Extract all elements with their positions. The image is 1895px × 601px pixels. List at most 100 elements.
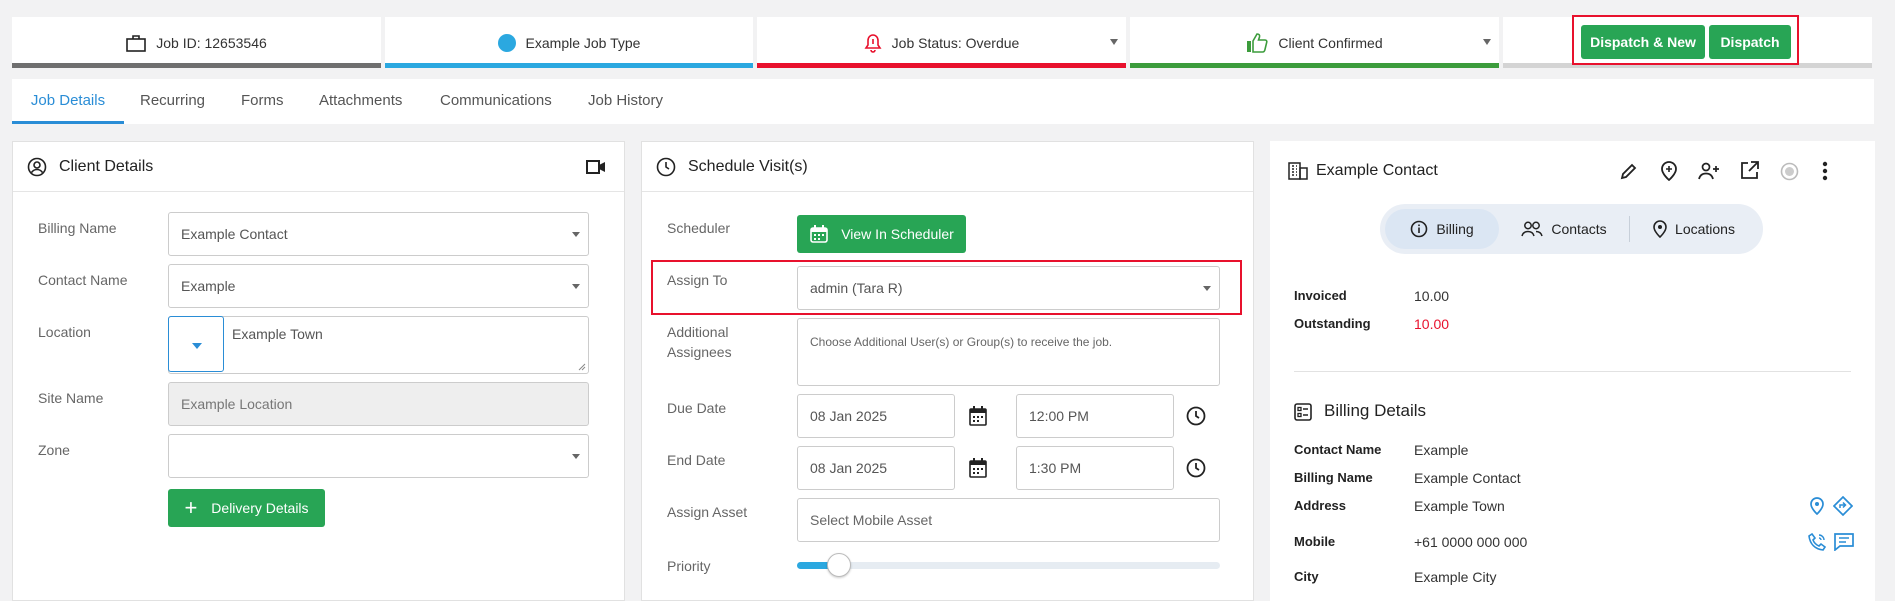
additional-assignees-label: Additional Assignees	[667, 322, 732, 362]
due-time-input[interactable]: 12:00 PM	[1016, 394, 1174, 438]
scheduler-label: Scheduler	[667, 220, 731, 236]
priority-slider-thumb[interactable]	[826, 553, 851, 577]
assign-asset-placeholder: Select Mobile Asset	[810, 512, 933, 528]
view-in-scheduler-button[interactable]: View In Scheduler	[797, 215, 966, 253]
clock-icon[interactable]	[1186, 458, 1206, 483]
additional-assignees-input[interactable]: Choose Additional User(s) or Group(s) to…	[797, 318, 1220, 386]
chevron-down-icon	[572, 284, 580, 289]
client-status-dropdown[interactable]: Client Confirmed	[1130, 17, 1499, 68]
highlight-box	[1572, 15, 1799, 65]
calendar-icon	[809, 224, 829, 244]
directions-icon[interactable]	[1832, 495, 1854, 521]
external-link-icon[interactable]	[1740, 161, 1759, 185]
delivery-details-button[interactable]: + Delivery Details	[168, 489, 325, 527]
tab-attachments[interactable]: Attachments	[319, 79, 402, 124]
tab-forms[interactable]: Forms	[241, 79, 284, 124]
location-dropdown-button[interactable]	[168, 316, 224, 372]
map-pin-icon[interactable]	[1810, 497, 1824, 520]
due-time-value: 12:00 PM	[1029, 408, 1089, 424]
tab-job-details[interactable]: Job Details	[12, 79, 124, 124]
toggle-billing[interactable]: Billing	[1385, 209, 1499, 249]
contact-title: Example Contact	[1316, 162, 1438, 179]
job-id-bar	[12, 63, 381, 68]
client-status-text: Client Confirmed	[1278, 34, 1383, 51]
end-date-label: End Date	[667, 452, 726, 468]
schedule-header: Schedule Visit(s)	[642, 142, 1253, 192]
billing-details-title: Billing Details	[1324, 401, 1427, 420]
due-date-input[interactable]: 08 Jan 2025	[797, 394, 955, 438]
priority-slider-track[interactable]	[797, 562, 1220, 569]
assign-asset-input[interactable]: Select Mobile Asset	[797, 498, 1220, 542]
job-id-text: Job ID: 12653546	[156, 34, 267, 51]
zone-select[interactable]	[168, 434, 589, 478]
mobile-value: +61 0000 000 000	[1414, 534, 1528, 550]
end-time-input[interactable]: 1:30 PM	[1016, 446, 1174, 490]
message-icon[interactable]	[1834, 533, 1854, 556]
add-user-icon[interactable]	[1698, 162, 1720, 185]
toggle-locations[interactable]: Locations	[1630, 209, 1758, 249]
end-date-input[interactable]: 08 Jan 2025	[797, 446, 955, 490]
delivery-details-label: Delivery Details	[211, 500, 309, 516]
map-pin-plus-icon[interactable]	[1660, 161, 1678, 186]
schedule-panel: Schedule Visit(s) Scheduler View In Sche…	[641, 141, 1254, 601]
address-value: Example Town	[1414, 498, 1505, 514]
calendar-icon[interactable]	[969, 406, 987, 431]
resize-handle-icon[interactable]	[578, 363, 586, 371]
disabled-status-icon	[1780, 162, 1799, 186]
divider	[1294, 371, 1851, 372]
job-status-text: Job Status: Overdue	[891, 34, 1020, 51]
assign-to-label: Assign To	[667, 272, 728, 288]
toggle-locations-label: Locations	[1675, 221, 1735, 237]
video-camera-icon[interactable]	[586, 160, 606, 174]
invoiced-label: Invoiced	[1294, 288, 1347, 303]
billing-name-select[interactable]: Example Contact	[168, 212, 589, 256]
job-type-dot-icon	[497, 33, 516, 52]
contact-name-select[interactable]: Example	[168, 264, 589, 308]
end-date-value: 08 Jan 2025	[810, 460, 888, 476]
phone-call-icon[interactable]	[1808, 532, 1827, 556]
assign-to-select[interactable]: admin (Tara R)	[797, 266, 1220, 310]
contact-name-value: Example	[1414, 442, 1469, 458]
site-name-input[interactable]: Example Location	[168, 382, 589, 426]
contact-name-label: Contact Name	[38, 272, 128, 288]
location-textarea[interactable]: Example Town	[168, 316, 589, 374]
due-date-label: Due Date	[667, 400, 727, 416]
job-id-box: Job ID: 12653546	[12, 17, 381, 68]
job-type-text: Example Job Type	[525, 34, 641, 51]
job-type-box: Example Job Type	[385, 17, 753, 68]
job-status-bar	[757, 63, 1126, 68]
plus-icon: +	[184, 495, 198, 520]
toggle-contacts[interactable]: Contacts	[1499, 209, 1629, 249]
tab-bar: Job Details Recurring Forms Attachments …	[12, 79, 1874, 124]
additional-placeholder: Choose Additional User(s) or Group(s) to…	[810, 335, 1113, 349]
site-name-label: Site Name	[38, 390, 104, 406]
contact-panel: Example Contact Billing Contacts Locatio…	[1270, 141, 1875, 601]
mobile-label: Mobile	[1294, 534, 1336, 549]
info-icon	[1410, 220, 1428, 238]
view-in-scheduler-label: View In Scheduler	[841, 226, 954, 242]
client-details-title: Client Details	[59, 157, 154, 175]
end-time-value: 1:30 PM	[1029, 460, 1082, 476]
pencil-icon[interactable]	[1620, 162, 1638, 185]
invoiced-value: 10.00	[1414, 288, 1450, 304]
calendar-icon[interactable]	[969, 458, 987, 483]
billing-name-value: Example Contact	[1414, 470, 1521, 486]
client-details-panel: Client Details Billing Name Example Cont…	[12, 141, 625, 601]
chevron-down-icon	[1110, 39, 1118, 45]
briefcase-icon	[126, 34, 147, 52]
job-status-dropdown[interactable]: Job Status: Overdue	[757, 17, 1126, 68]
contact-name-value: Example	[181, 278, 236, 294]
location-value: Example Town	[232, 326, 323, 342]
more-vertical-icon[interactable]	[1822, 161, 1828, 186]
tab-recurring[interactable]: Recurring	[140, 79, 205, 124]
address-label: Address	[1294, 498, 1347, 513]
clock-icon[interactable]	[1186, 406, 1206, 431]
contact-name-label: Contact Name	[1294, 442, 1382, 457]
tab-job-history[interactable]: Job History	[588, 79, 663, 124]
chevron-down-icon	[572, 454, 580, 459]
client-status-bar	[1130, 63, 1499, 68]
tab-communications[interactable]: Communications	[440, 79, 552, 124]
view-toggle: Billing Contacts Locations	[1380, 204, 1763, 254]
map-pin-icon	[1653, 220, 1667, 238]
chevron-down-icon	[1203, 286, 1211, 291]
